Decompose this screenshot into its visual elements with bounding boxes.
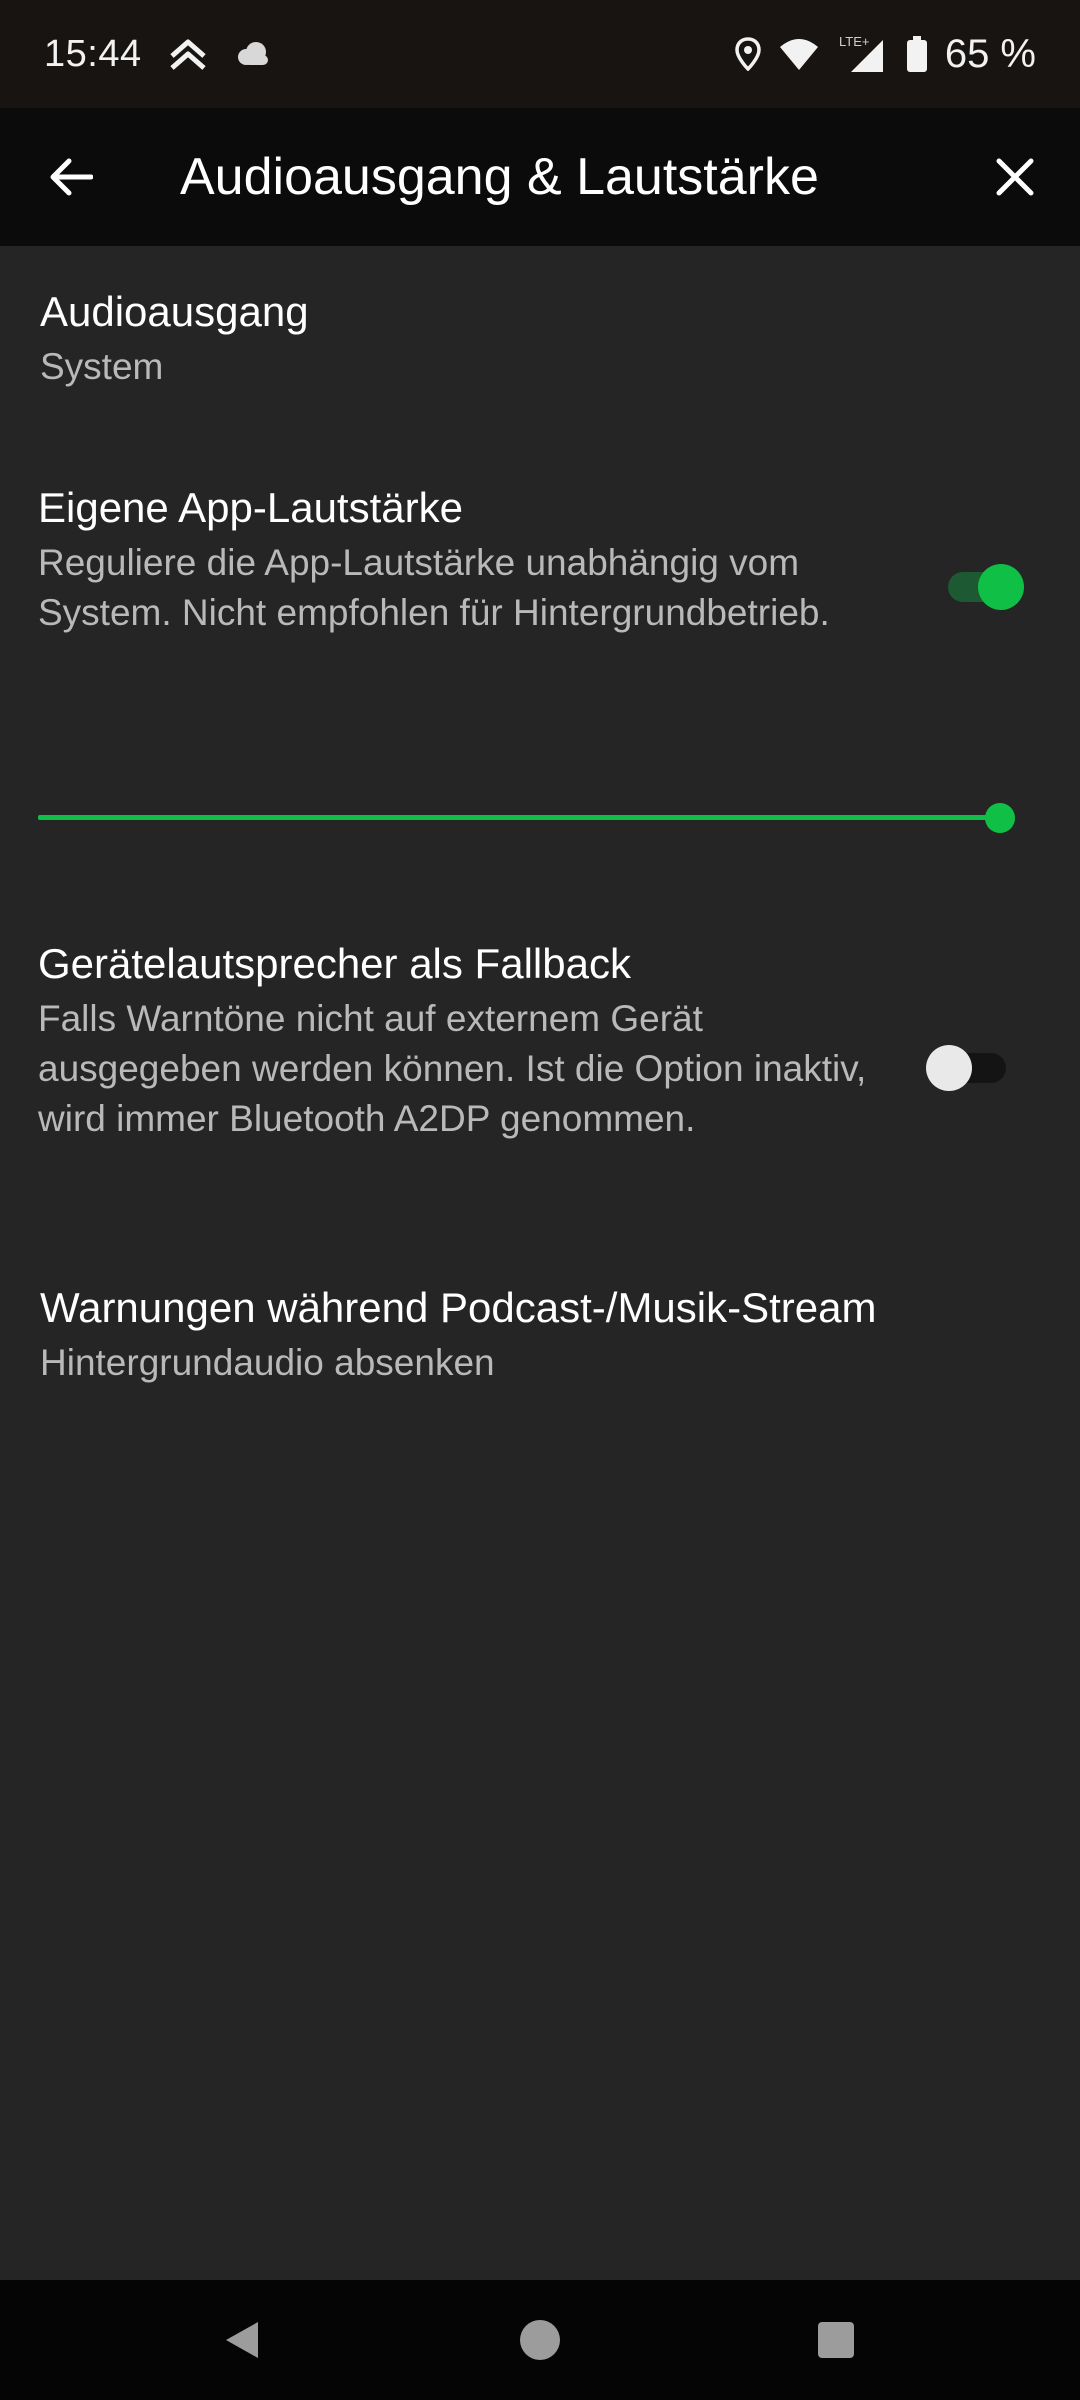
setting-description: Falls Warntöne nicht auf externem Gerät … bbox=[38, 998, 867, 1139]
setting-description: Reguliere die App-Lautstärke unabhängig … bbox=[38, 542, 830, 633]
status-bar: 15:44 LTE+ 65 % bbox=[0, 0, 1080, 108]
toggle-thumb bbox=[978, 564, 1024, 610]
setting-stream-warnings[interactable]: Warnungen während Podcast-/Musik-Stream … bbox=[0, 1284, 1080, 1414]
setting-audio-output[interactable]: Audioausgang System bbox=[0, 288, 1080, 418]
setting-title: Audioausgang bbox=[40, 288, 309, 335]
toggle-thumb bbox=[926, 1045, 972, 1091]
status-right: LTE+ 65 % bbox=[735, 32, 1036, 77]
setting-speaker-fallback[interactable]: Gerätelautsprecher als Fallback Falls Wa… bbox=[0, 940, 1080, 1210]
setting-value: Hintergrundaudio absenken bbox=[40, 1342, 495, 1383]
back-triangle-icon bbox=[226, 2322, 258, 2358]
navigation-bar bbox=[0, 2280, 1080, 2400]
status-time: 15:44 bbox=[44, 32, 142, 75]
setting-app-volume[interactable]: Eigene App-Lautstärke Reguliere die App-… bbox=[0, 484, 1080, 704]
setting-title: Eigene App-Lautstärke bbox=[38, 484, 463, 531]
app-bar: Audioausgang & Lautstärke bbox=[0, 108, 1080, 246]
slider-knob[interactable] bbox=[985, 803, 1015, 833]
home-circle-icon bbox=[520, 2320, 560, 2360]
screen: 15:44 LTE+ 65 % Audioausgang & Lautstärk… bbox=[0, 0, 1080, 2400]
battery-icon bbox=[906, 36, 927, 72]
signal-icon: LTE+ bbox=[837, 34, 889, 74]
page-title: Audioausgang & Lautstärke bbox=[180, 148, 819, 206]
setting-title: Gerätelautsprecher als Fallback bbox=[38, 940, 631, 987]
wifi-icon bbox=[779, 37, 819, 71]
cloud-icon bbox=[234, 41, 272, 67]
battery-percent: 65 % bbox=[944, 31, 1036, 76]
speaker-fallback-toggle[interactable] bbox=[926, 1038, 1016, 1098]
setting-value: System bbox=[40, 346, 164, 387]
close-button[interactable] bbox=[980, 142, 1050, 212]
navigation-app-icon bbox=[168, 34, 208, 74]
nav-back-button[interactable] bbox=[202, 2300, 282, 2380]
status-left: 15:44 bbox=[44, 33, 272, 76]
app-volume-slider[interactable] bbox=[38, 794, 1018, 840]
nav-recents-button[interactable] bbox=[796, 2300, 876, 2380]
close-icon bbox=[996, 158, 1034, 196]
setting-title: Warnungen während Podcast-/Musik-Stream bbox=[40, 1284, 877, 1331]
location-icon bbox=[735, 37, 761, 71]
nav-home-button[interactable] bbox=[500, 2300, 580, 2380]
back-button[interactable] bbox=[36, 142, 106, 212]
app-volume-toggle[interactable] bbox=[940, 557, 1030, 617]
network-label: LTE+ bbox=[839, 34, 869, 49]
recents-square-icon bbox=[818, 2322, 854, 2358]
arrow-left-icon bbox=[50, 158, 93, 196]
slider-fill bbox=[38, 815, 1000, 820]
